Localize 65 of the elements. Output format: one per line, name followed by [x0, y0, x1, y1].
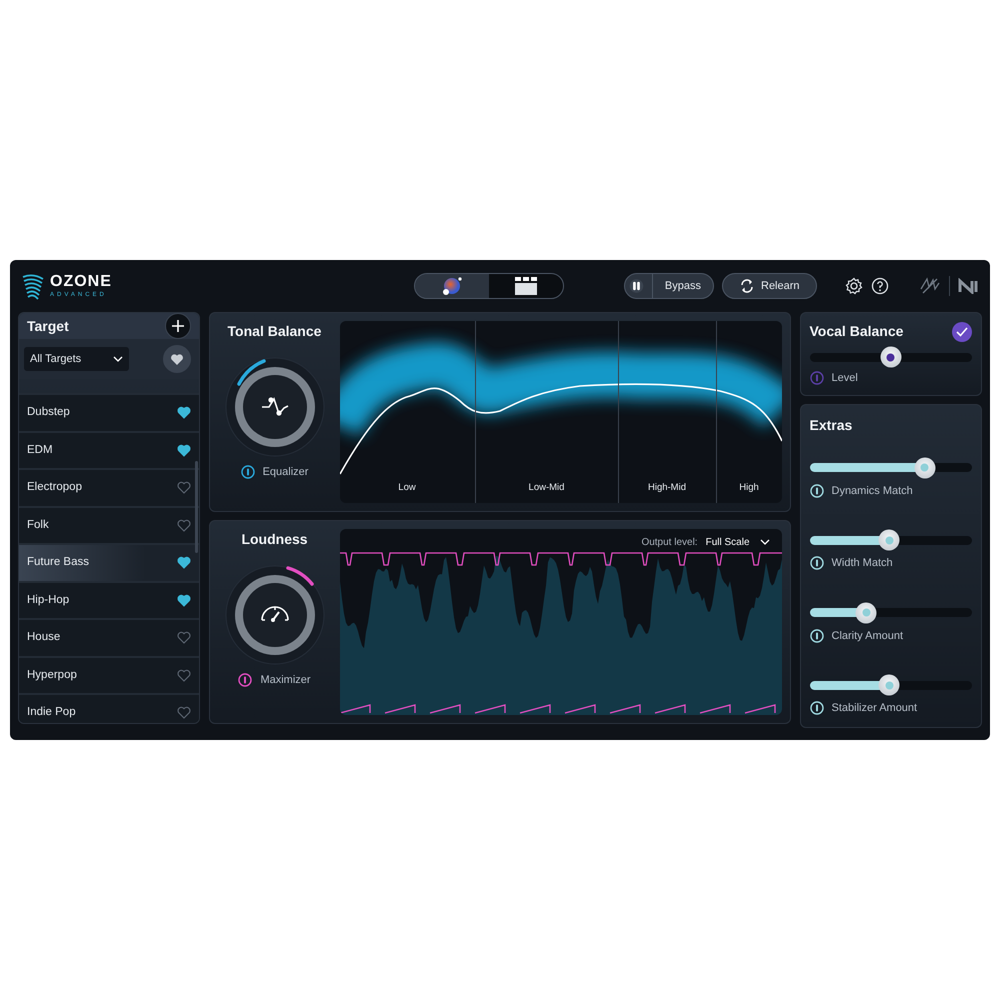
power-icon[interactable]: [240, 465, 255, 480]
check-icon: [956, 326, 968, 336]
target-item[interactable]: EDM: [19, 430, 198, 468]
heart-icon[interactable]: [176, 444, 190, 457]
output-level-label: Output level:: [641, 536, 698, 550]
slider-label: Level: [832, 371, 858, 386]
level-slider[interactable]: [810, 346, 972, 368]
refresh-icon: [739, 278, 755, 294]
view-toggle[interactable]: [414, 273, 564, 299]
module-label: Equalizer: [262, 465, 308, 480]
panel-title: Target: [27, 316, 69, 336]
view-tab[interactable]: [489, 274, 563, 298]
caret-icon: [113, 356, 123, 362]
slider-thumb[interactable]: [878, 530, 900, 550]
logo-icon: [20, 272, 46, 300]
target-dropdown[interactable]: All Targets: [24, 347, 129, 371]
extra-slider[interactable]: [810, 529, 972, 551]
slider-label: Width Match: [832, 556, 893, 571]
extra-slider[interactable]: [810, 602, 972, 624]
slider-thumb[interactable]: [856, 602, 877, 623]
module-label: Maximizer: [260, 673, 311, 688]
heart-icon[interactable]: [176, 556, 190, 570]
slider-label: Clarity Amount: [832, 628, 904, 644]
sphere-icon: [441, 275, 463, 297]
slider-thumb[interactable]: [880, 346, 902, 368]
extra-slider[interactable]: [810, 456, 972, 478]
brand-icon: [958, 278, 980, 294]
band-label: High: [739, 480, 759, 495]
slider-thumb[interactable]: [914, 457, 936, 478]
target-item[interactable]: Future Bass: [19, 543, 198, 580]
band-label: Low-Mid: [528, 480, 564, 495]
settings-icon[interactable]: [845, 277, 863, 295]
panel-title: Loudness: [241, 530, 308, 549]
extra-slider[interactable]: [810, 674, 972, 696]
equalizer-knob[interactable]: [224, 356, 326, 458]
plus-icon: [170, 319, 184, 333]
modules-icon: [513, 276, 539, 296]
help-icon[interactable]: [871, 277, 889, 295]
bypass-button[interactable]: Bypass: [624, 273, 714, 299]
slider-label: Dynamics Match: [832, 484, 913, 498]
target-item[interactable]: Dubstep: [19, 393, 198, 430]
target-item[interactable]: Electropop: [19, 468, 198, 506]
caret-icon: [760, 539, 770, 545]
heart-icon[interactable]: [176, 594, 190, 607]
band-label: Low: [398, 480, 416, 495]
enable-checkbox[interactable]: [952, 322, 972, 342]
panel-title: Tonal Balance: [228, 322, 322, 341]
target-item[interactable]: Indie Pop: [19, 693, 198, 723]
band-label: High-Mid: [648, 480, 686, 495]
target-item[interactable]: Hip-Hop: [19, 580, 198, 618]
heart-icon: [170, 352, 184, 366]
panel-title: Extras: [810, 416, 854, 434]
logo-text: OZONE: [50, 274, 112, 290]
target-item[interactable]: House: [19, 618, 198, 656]
slider-label: Stabilizer Amount: [832, 701, 918, 716]
slider-thumb[interactable]: [878, 674, 900, 696]
maximizer-knob[interactable]: [224, 564, 326, 666]
relearn-button[interactable]: Relearn: [722, 273, 817, 299]
favorites-filter-button[interactable]: [162, 345, 190, 373]
target-item[interactable]: Folk: [19, 506, 198, 543]
heart-icon[interactable]: [176, 406, 190, 420]
add-button[interactable]: [164, 313, 190, 339]
panel-title: Vocal Balance: [810, 322, 904, 341]
power-icon[interactable]: [238, 673, 252, 688]
output-level-dropdown[interactable]: Full Scale: [706, 534, 770, 550]
